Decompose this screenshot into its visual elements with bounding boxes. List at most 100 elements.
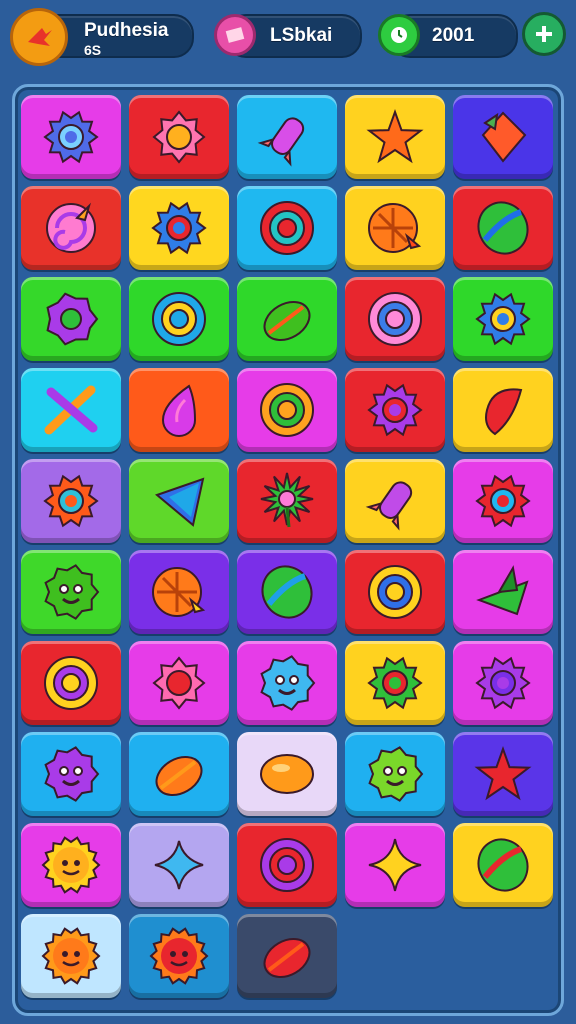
ring-icon: [260, 838, 314, 892]
tile-plus[interactable]: [129, 823, 229, 907]
ring-icon: [260, 201, 314, 255]
rocket-icon: [257, 117, 305, 167]
tile-star[interactable]: [345, 95, 445, 179]
tile-ball[interactable]: [453, 823, 553, 907]
tile-face[interactable]: [345, 732, 445, 816]
hat-icon: [476, 565, 529, 616]
tile-ring[interactable]: [237, 823, 337, 907]
oval-icon: [260, 754, 314, 794]
tile-gear[interactable]: [21, 95, 121, 179]
tile-ring[interactable]: [345, 277, 445, 361]
tile-hat[interactable]: [453, 550, 553, 634]
gear-icon: [367, 383, 423, 437]
tile-swirl[interactable]: [21, 186, 121, 270]
tile-gear[interactable]: [453, 459, 553, 543]
tile-ball[interactable]: [237, 550, 337, 634]
kite-icon: [481, 111, 527, 163]
currency-label: LSbkai: [270, 25, 333, 46]
ring-icon: [260, 383, 314, 437]
face-icon: [44, 746, 100, 802]
tile-face[interactable]: [237, 641, 337, 725]
tile-rocket[interactable]: [345, 459, 445, 543]
sun-icon: [41, 927, 101, 985]
face-icon: [44, 564, 100, 620]
swirl-icon: [46, 202, 96, 253]
gear-icon: [43, 474, 99, 528]
plus-icon: [154, 840, 204, 890]
ring-icon: [152, 292, 206, 346]
tile-leaf[interactable]: [237, 277, 337, 361]
blob-icon: [46, 292, 99, 346]
tile-ring[interactable]: [345, 550, 445, 634]
tile-oval[interactable]: [237, 732, 337, 816]
sparkle-icon: [368, 838, 422, 892]
game-board: [12, 84, 564, 1016]
tile-sun[interactable]: [129, 914, 229, 998]
flower-icon: [152, 110, 206, 164]
tile-drop[interactable]: [129, 368, 229, 452]
tile-flower[interactable]: [129, 641, 229, 725]
tile-star[interactable]: [453, 732, 553, 816]
player-name: Pudhesia: [84, 20, 169, 41]
leaf-icon: [263, 301, 311, 341]
tile-shell[interactable]: [129, 550, 229, 634]
gear-icon: [367, 656, 423, 710]
tile-kite[interactable]: [453, 95, 553, 179]
bird-icon: [28, 28, 52, 46]
heart-icon: [485, 388, 523, 436]
tile-gear[interactable]: [453, 641, 553, 725]
tile-gear[interactable]: [453, 277, 553, 361]
leaf-icon: [155, 756, 203, 796]
tile-leaf[interactable]: [237, 914, 337, 998]
currency-icon: [214, 14, 256, 56]
tile-ring[interactable]: [237, 186, 337, 270]
leaf-icon: [263, 938, 311, 978]
tile-rocket[interactable]: [237, 95, 337, 179]
tile-face[interactable]: [21, 732, 121, 816]
flower-icon: [152, 656, 206, 710]
tile-ring[interactable]: [237, 368, 337, 452]
star-icon: [366, 109, 424, 164]
drop-icon: [161, 384, 197, 437]
face-icon: [368, 746, 424, 802]
cross-icon: [44, 385, 98, 435]
plus-icon: [536, 26, 552, 42]
tile-gear[interactable]: [345, 368, 445, 452]
ring-icon: [368, 292, 422, 346]
tile-ring[interactable]: [129, 277, 229, 361]
top-hud: Pudhesia 6S LSbkai 2001: [0, 0, 576, 78]
tile-blob[interactable]: [21, 277, 121, 361]
clock-icon: [391, 27, 407, 43]
tile-sun[interactable]: [21, 823, 121, 907]
shell-icon: [152, 567, 206, 617]
tile-ball[interactable]: [453, 186, 553, 270]
tile-ring[interactable]: [21, 641, 121, 725]
tile-shell[interactable]: [345, 186, 445, 270]
tile-gear[interactable]: [129, 186, 229, 270]
rocket-icon: [365, 481, 413, 531]
gear-icon: [43, 110, 99, 164]
player-avatar[interactable]: [10, 8, 68, 66]
tile-sparkle[interactable]: [345, 823, 445, 907]
tile-gear[interactable]: [21, 459, 121, 543]
tile-gear[interactable]: [345, 641, 445, 725]
gear-icon: [475, 656, 531, 710]
tile-splat[interactable]: [237, 459, 337, 543]
gear-icon: [475, 474, 531, 528]
tile-face[interactable]: [21, 550, 121, 634]
tile-arrow[interactable]: [129, 459, 229, 543]
score-value: 2001: [432, 25, 475, 46]
ball-icon: [261, 565, 313, 619]
gem-box-icon: [225, 27, 245, 43]
tile-cross[interactable]: [21, 368, 121, 452]
ring-icon: [44, 656, 98, 710]
tile-leaf[interactable]: [129, 732, 229, 816]
gear-icon: [151, 201, 207, 255]
arrow-icon: [155, 477, 205, 527]
ball-icon: [477, 201, 529, 255]
face-icon: [260, 655, 316, 711]
tile-flower[interactable]: [129, 95, 229, 179]
tile-sun[interactable]: [21, 914, 121, 998]
add-button[interactable]: [522, 12, 566, 56]
tile-heart[interactable]: [453, 368, 553, 452]
